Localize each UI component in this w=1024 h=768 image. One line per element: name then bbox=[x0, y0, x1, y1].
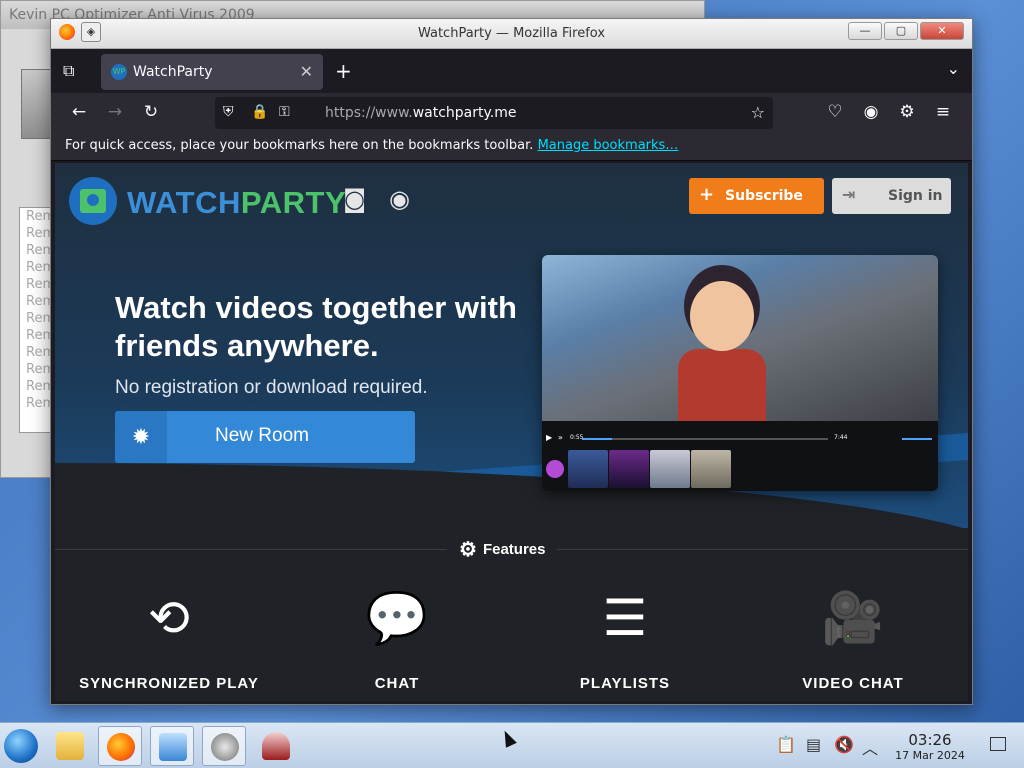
window-titlebar[interactable]: ◈ WatchParty — Mozilla Firefox — ▢ ✕ bbox=[51, 19, 972, 49]
control-panel-icon bbox=[159, 733, 187, 761]
chat-bubbles-icon: 💬 bbox=[365, 589, 429, 647]
feature-chat: 💬 CHAT bbox=[283, 583, 511, 692]
subscribe-button[interactable]: + Subscribe bbox=[689, 178, 824, 214]
permissions-icon[interactable]: ⚿ bbox=[279, 104, 290, 120]
subscribe-label: Subscribe bbox=[725, 188, 803, 204]
start-menu-icon[interactable] bbox=[4, 729, 38, 763]
page-content: WATCHPARTY ◙ ◉ + Subscribe ⇥ Sign in Wat… bbox=[55, 163, 968, 701]
taskbar-control-panel[interactable] bbox=[150, 726, 194, 766]
feature-label: VIDEO CHAT bbox=[802, 675, 904, 692]
taskbar-wine[interactable] bbox=[254, 726, 298, 766]
url-bar[interactable]: ⛨ 🔒 ⚿ https://www.watchparty.me ☆ bbox=[215, 97, 773, 129]
video-camera-icon bbox=[546, 460, 564, 478]
folder-icon bbox=[56, 732, 84, 760]
new-room-icon: ✹ bbox=[115, 411, 167, 463]
menu-icon[interactable]: ≡ bbox=[931, 102, 955, 122]
clipboard-icon[interactable]: 📋 bbox=[776, 735, 796, 754]
progress-bar bbox=[582, 438, 828, 440]
feature-video-chat: 🎥 VIDEO CHAT bbox=[739, 583, 967, 692]
back-icon[interactable]: ← bbox=[67, 102, 91, 122]
participant-thumbnails bbox=[546, 449, 731, 489]
compass-icon bbox=[211, 733, 239, 761]
taskbar-file-manager[interactable] bbox=[48, 726, 92, 766]
close-tab-icon[interactable]: ✕ bbox=[300, 62, 313, 81]
watchparty-favicon-icon: WP bbox=[111, 64, 127, 80]
firefox-window[interactable]: ◈ WatchParty — Mozilla Firefox — ▢ ✕ ⧉ W… bbox=[50, 18, 973, 705]
firewall-icon bbox=[21, 69, 53, 139]
show-desktop-icon[interactable] bbox=[990, 737, 1006, 751]
feature-label: PLAYLISTS bbox=[579, 675, 671, 692]
page-subheadline: No registration or download required. bbox=[115, 377, 428, 398]
discord-icon[interactable]: ◙ bbox=[343, 185, 366, 213]
video-preview: ▶ » 0:55 7:44 bbox=[542, 255, 938, 491]
hero-section: WATCHPARTY ◙ ◉ + Subscribe ⇥ Sign in Wat… bbox=[55, 163, 968, 583]
features-heading: ⚙ Features bbox=[447, 537, 558, 562]
volume-muted-icon[interactable]: 🔇 bbox=[834, 735, 854, 754]
list-icon: ☰ bbox=[602, 589, 648, 647]
list-all-tabs-icon[interactable]: ⌄ bbox=[947, 59, 960, 78]
firefox-icon bbox=[107, 733, 135, 761]
clock-time: 03:26 bbox=[908, 731, 952, 749]
taskbar: 📋 ▤ 🔇 ︿ 03:26 17 Mar 2024 bbox=[0, 722, 1024, 768]
tab-watchparty[interactable]: WP WatchParty ✕ bbox=[101, 54, 323, 90]
tray-expand-icon[interactable]: ︿ bbox=[862, 735, 878, 759]
new-room-button[interactable]: ✹ New Room bbox=[115, 411, 415, 463]
manage-bookmarks-link[interactable]: Manage bookmarks… bbox=[538, 138, 679, 153]
github-icon[interactable]: ◉ bbox=[389, 185, 410, 213]
navigation-toolbar: ← → ↻ ⛨ 🔒 ⚿ https://www.watchparty.me ☆ … bbox=[51, 93, 972, 133]
sync-icon: ⟲ bbox=[148, 589, 190, 647]
account-icon[interactable]: ◉ bbox=[859, 102, 883, 122]
participant-thumbnail bbox=[609, 450, 649, 488]
battery-icon[interactable]: ▤ bbox=[806, 735, 821, 754]
shield-icon[interactable]: ⛨ bbox=[223, 104, 234, 120]
tab-bar: ⧉ WP WatchParty ✕ + ⌄ bbox=[51, 49, 972, 93]
page-headline: Watch videos together with friends anywh… bbox=[115, 290, 517, 363]
brand-wordmark[interactable]: WATCHPARTY bbox=[127, 185, 346, 221]
tab-label: WatchParty bbox=[133, 64, 213, 80]
new-room-label: New Room bbox=[215, 425, 309, 446]
reload-icon[interactable]: ↻ bbox=[139, 102, 163, 122]
sign-in-label: Sign in bbox=[888, 188, 943, 204]
url-text[interactable]: https://www.watchparty.me bbox=[325, 105, 517, 121]
window-title: WatchParty — Mozilla Firefox bbox=[417, 26, 606, 41]
sign-in-button[interactable]: ⇥ Sign in bbox=[832, 178, 951, 214]
video-scene-image bbox=[542, 255, 938, 421]
play-icon: ▶ bbox=[546, 433, 553, 442]
watchparty-logo-icon[interactable] bbox=[69, 177, 117, 225]
gears-icon: ⚙ bbox=[459, 539, 477, 561]
lock-icon[interactable]: 🔒 bbox=[251, 104, 268, 120]
close-button[interactable]: ✕ bbox=[920, 22, 964, 40]
taskbar-firefox[interactable] bbox=[98, 726, 142, 766]
taskbar-compass-app[interactable] bbox=[202, 726, 246, 766]
participant-thumbnail bbox=[650, 450, 690, 488]
forward-icon[interactable]: → bbox=[103, 102, 127, 122]
pocket-icon[interactable]: ♡ bbox=[823, 102, 847, 122]
extensions-icon[interactable]: ⚙ bbox=[895, 102, 919, 122]
maximize-button[interactable]: ▢ bbox=[884, 22, 918, 40]
bookmark-star-icon[interactable]: ☆ bbox=[751, 103, 765, 122]
sign-in-icon: ⇥ bbox=[842, 185, 856, 204]
total-time: 7:44 bbox=[834, 434, 848, 441]
tab-list-icon[interactable]: ⧉ bbox=[63, 61, 83, 81]
volume-bar bbox=[902, 438, 932, 440]
feature-label: SYNCHRONIZED PLAY bbox=[79, 675, 259, 692]
wine-glass-icon bbox=[262, 732, 290, 760]
participant-thumbnail bbox=[568, 450, 608, 488]
new-tab-icon[interactable]: + bbox=[335, 59, 352, 83]
feature-label: CHAT bbox=[374, 675, 420, 692]
feature-playlists: ☰ PLAYLISTS bbox=[511, 583, 739, 692]
skip-icon: » bbox=[558, 433, 563, 442]
bookmarks-toolbar: For quick access, place your bookmarks h… bbox=[51, 133, 972, 161]
plus-icon: + bbox=[699, 184, 715, 205]
bookmarks-hint: For quick access, place your bookmarks h… bbox=[65, 138, 534, 153]
video-camera-icon: 🎥 bbox=[821, 589, 885, 647]
window-controls: — ▢ ✕ bbox=[848, 22, 964, 40]
participant-thumbnail bbox=[691, 450, 731, 488]
clock[interactable]: 03:26 17 Mar 2024 bbox=[888, 731, 972, 762]
clock-date: 17 Mar 2024 bbox=[895, 749, 965, 762]
feature-synchronized-play: ⟲ SYNCHRONIZED PLAY bbox=[55, 583, 283, 692]
minimize-button[interactable]: — bbox=[848, 22, 882, 40]
video-controls: ▶ » 0:55 7:44 bbox=[542, 429, 938, 449]
